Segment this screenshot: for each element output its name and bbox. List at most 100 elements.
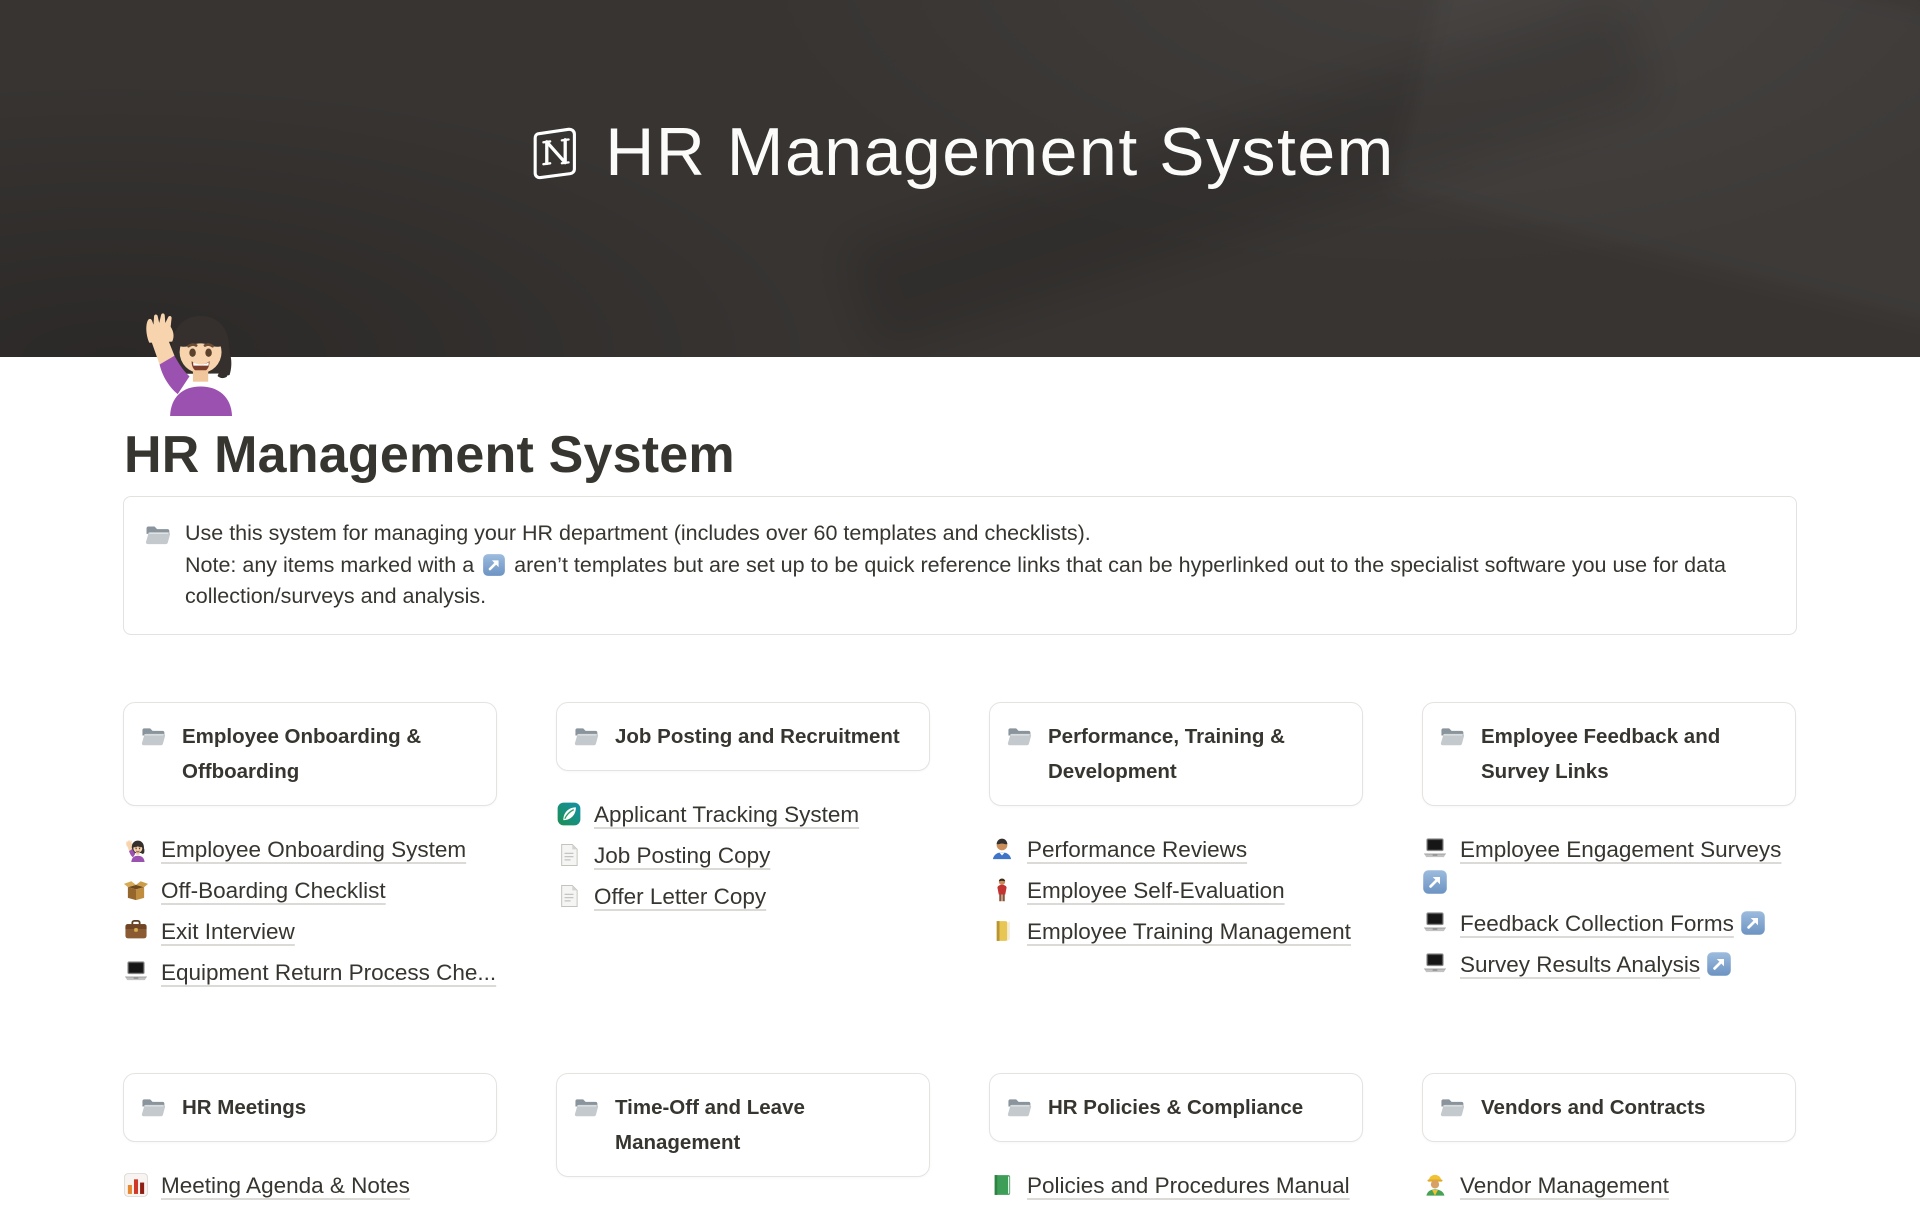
folder-icon <box>573 1095 599 1121</box>
arrow-up-right-icon <box>1422 869 1448 895</box>
folder-icon <box>140 724 166 750</box>
open-box-icon <box>123 877 149 903</box>
laptop-icon <box>1422 951 1448 977</box>
yellow-book-icon <box>989 918 1015 944</box>
link-performance-reviews[interactable]: Performance Reviews <box>989 833 1363 866</box>
section-links: Policies and Procedures Manual <box>989 1169 1363 1202</box>
card-title: Vendors and Contracts <box>1481 1090 1705 1125</box>
section-column-employee-feedback-and-survey-links: Employee Feedback and Survey Links Emplo… <box>1422 702 1796 989</box>
callout-text: Use this system for managing your HR dep… <box>185 518 1768 613</box>
folder-icon <box>1006 1095 1032 1121</box>
card-vendors-and-contracts[interactable]: Vendors and Contracts <box>1422 1073 1796 1142</box>
link-vendor-management[interactable]: Vendor Management <box>1422 1169 1796 1202</box>
section-column-employee-onboarding-offboarding: Employee Onboarding & Offboarding Employ… <box>123 702 497 997</box>
link-label: Off-Boarding Checklist <box>161 878 386 903</box>
card-employee-onboarding-offboarding[interactable]: Employee Onboarding & Offboarding <box>123 702 497 806</box>
link-label: Job Posting Copy <box>594 843 770 868</box>
sections-row-1: Employee Onboarding & Offboarding Employ… <box>123 702 1797 997</box>
page-content: HR Management System Use this system for… <box>0 424 1920 1210</box>
red-person-icon <box>989 877 1015 903</box>
link-label: Employee Training Management <box>1027 919 1351 944</box>
link-job-posting-copy[interactable]: Job Posting Copy <box>556 839 930 872</box>
section-column-job-posting-and-recruitment: Job Posting and Recruitment Applicant Tr… <box>556 702 930 921</box>
folder-icon <box>1439 1095 1465 1121</box>
link-offer-letter-copy[interactable]: Offer Letter Copy <box>556 880 930 913</box>
office-worker-icon <box>989 836 1015 862</box>
section-column-performance-training-development: Performance, Training & Development Perf… <box>989 702 1363 956</box>
link-label: Performance Reviews <box>1027 837 1247 862</box>
cover-title-row: HR Management System <box>0 116 1920 188</box>
card-time-off-and-leave-management[interactable]: Time-Off and Leave Management <box>556 1073 930 1177</box>
card-title: Job Posting and Recruitment <box>615 719 900 754</box>
page-title: HR Management System <box>124 424 1797 486</box>
section-links: Performance Reviews Employee Self-Evalua… <box>989 833 1363 948</box>
link-survey-results-analysis[interactable]: Survey Results Analysis <box>1422 948 1796 981</box>
card-hr-policies-compliance[interactable]: HR Policies & Compliance <box>989 1073 1363 1142</box>
folder-icon <box>1439 724 1465 750</box>
section-column-vendors-and-contracts: Vendors and Contracts Vendor Management <box>1422 1073 1796 1210</box>
link-feedback-collection-forms[interactable]: Feedback Collection Forms <box>1422 907 1796 940</box>
card-employee-feedback-and-survey-links[interactable]: Employee Feedback and Survey Links <box>1422 702 1796 806</box>
document-icon <box>556 842 582 868</box>
section-column-hr-meetings: HR Meetings Meeting Agenda & Notes <box>123 1073 497 1210</box>
link-employee-onboarding-system[interactable]: Employee Onboarding System <box>123 833 497 866</box>
arrow-up-right-icon <box>482 553 506 577</box>
link-applicant-tracking-system[interactable]: Applicant Tracking System <box>556 798 930 831</box>
cover-title: HR Management System <box>605 116 1395 188</box>
link-label: Employee Engagement Surveys <box>1460 837 1781 862</box>
folder-icon <box>140 1095 166 1121</box>
green-book-icon <box>989 1172 1015 1198</box>
link-policies-and-procedures-manual[interactable]: Policies and Procedures Manual <box>989 1169 1363 1202</box>
woman-raising-hand-icon <box>123 836 149 862</box>
bar-chart-icon <box>123 1172 149 1198</box>
link-label: Exit Interview <box>161 919 295 944</box>
section-column-time-off-and-leave-management: Time-Off and Leave Management <box>556 1073 930 1204</box>
laptop-icon <box>1422 910 1448 936</box>
link-label: Equipment Return Process Che... <box>161 960 496 985</box>
link-exit-interview[interactable]: Exit Interview <box>123 915 497 948</box>
link-employee-engagement-surveys[interactable]: Employee Engagement Surveys <box>1422 833 1796 899</box>
sections-row-2: HR Meetings Meeting Agenda & Notes Time-… <box>123 1073 1797 1210</box>
card-title: HR Policies & Compliance <box>1048 1090 1303 1125</box>
link-employee-training-management[interactable]: Employee Training Management <box>989 915 1363 948</box>
section-links: Meeting Agenda & Notes <box>123 1169 497 1202</box>
link-label: Employee Onboarding System <box>161 837 466 862</box>
callout: Use this system for managing your HR dep… <box>123 496 1797 635</box>
link-label: Vendor Management <box>1460 1173 1669 1198</box>
link-label: Meeting Agenda & Notes <box>161 1173 410 1198</box>
card-title: Employee Feedback and Survey Links <box>1481 719 1781 789</box>
card-title: Time-Off and Leave Management <box>615 1090 915 1160</box>
arrow-up-right-icon <box>1740 910 1766 936</box>
link-off-boarding-checklist[interactable]: Off-Boarding Checklist <box>123 874 497 907</box>
section-links: Vendor Management <box>1422 1169 1796 1202</box>
section-links: Applicant Tracking System Job Posting Co… <box>556 798 930 913</box>
link-meeting-agenda-notes[interactable]: Meeting Agenda & Notes <box>123 1169 497 1202</box>
link-label: Offer Letter Copy <box>594 884 766 909</box>
section-column-hr-policies-compliance: HR Policies & Compliance Policies and Pr… <box>989 1073 1363 1210</box>
link-equipment-return-process-che[interactable]: Equipment Return Process Che... <box>123 956 497 989</box>
card-title: Performance, Training & Development <box>1048 719 1348 789</box>
link-label: Employee Self-Evaluation <box>1027 878 1285 903</box>
card-job-posting-and-recruitment[interactable]: Job Posting and Recruitment <box>556 702 930 771</box>
section-links: Employee Onboarding System Off-Boarding … <box>123 833 497 989</box>
folder-icon <box>144 522 171 549</box>
card-title: Employee Onboarding & Offboarding <box>182 719 482 789</box>
folder-icon <box>573 724 599 750</box>
page-emoji-icon[interactable] <box>131 294 253 416</box>
link-label: Applicant Tracking System <box>594 802 859 827</box>
callout-line-1: Use this system for managing your HR dep… <box>185 518 1768 550</box>
leaf-app-icon <box>556 801 582 827</box>
notion-logo-icon <box>525 121 587 183</box>
link-label: Policies and Procedures Manual <box>1027 1173 1350 1198</box>
construction-worker-icon <box>1422 1172 1448 1198</box>
card-performance-training-development[interactable]: Performance, Training & Development <box>989 702 1363 806</box>
document-icon <box>556 883 582 909</box>
laptop-icon <box>1422 836 1448 862</box>
cover-image: HR Management System <box>0 0 1920 357</box>
card-title: HR Meetings <box>182 1090 306 1125</box>
callout-line-2-before: Note: any items marked with a <box>185 553 474 577</box>
card-hr-meetings[interactable]: HR Meetings <box>123 1073 497 1142</box>
link-employee-self-evaluation[interactable]: Employee Self-Evaluation <box>989 874 1363 907</box>
briefcase-icon <box>123 918 149 944</box>
callout-line-2: Note: any items marked with a aren’t tem… <box>185 550 1768 613</box>
